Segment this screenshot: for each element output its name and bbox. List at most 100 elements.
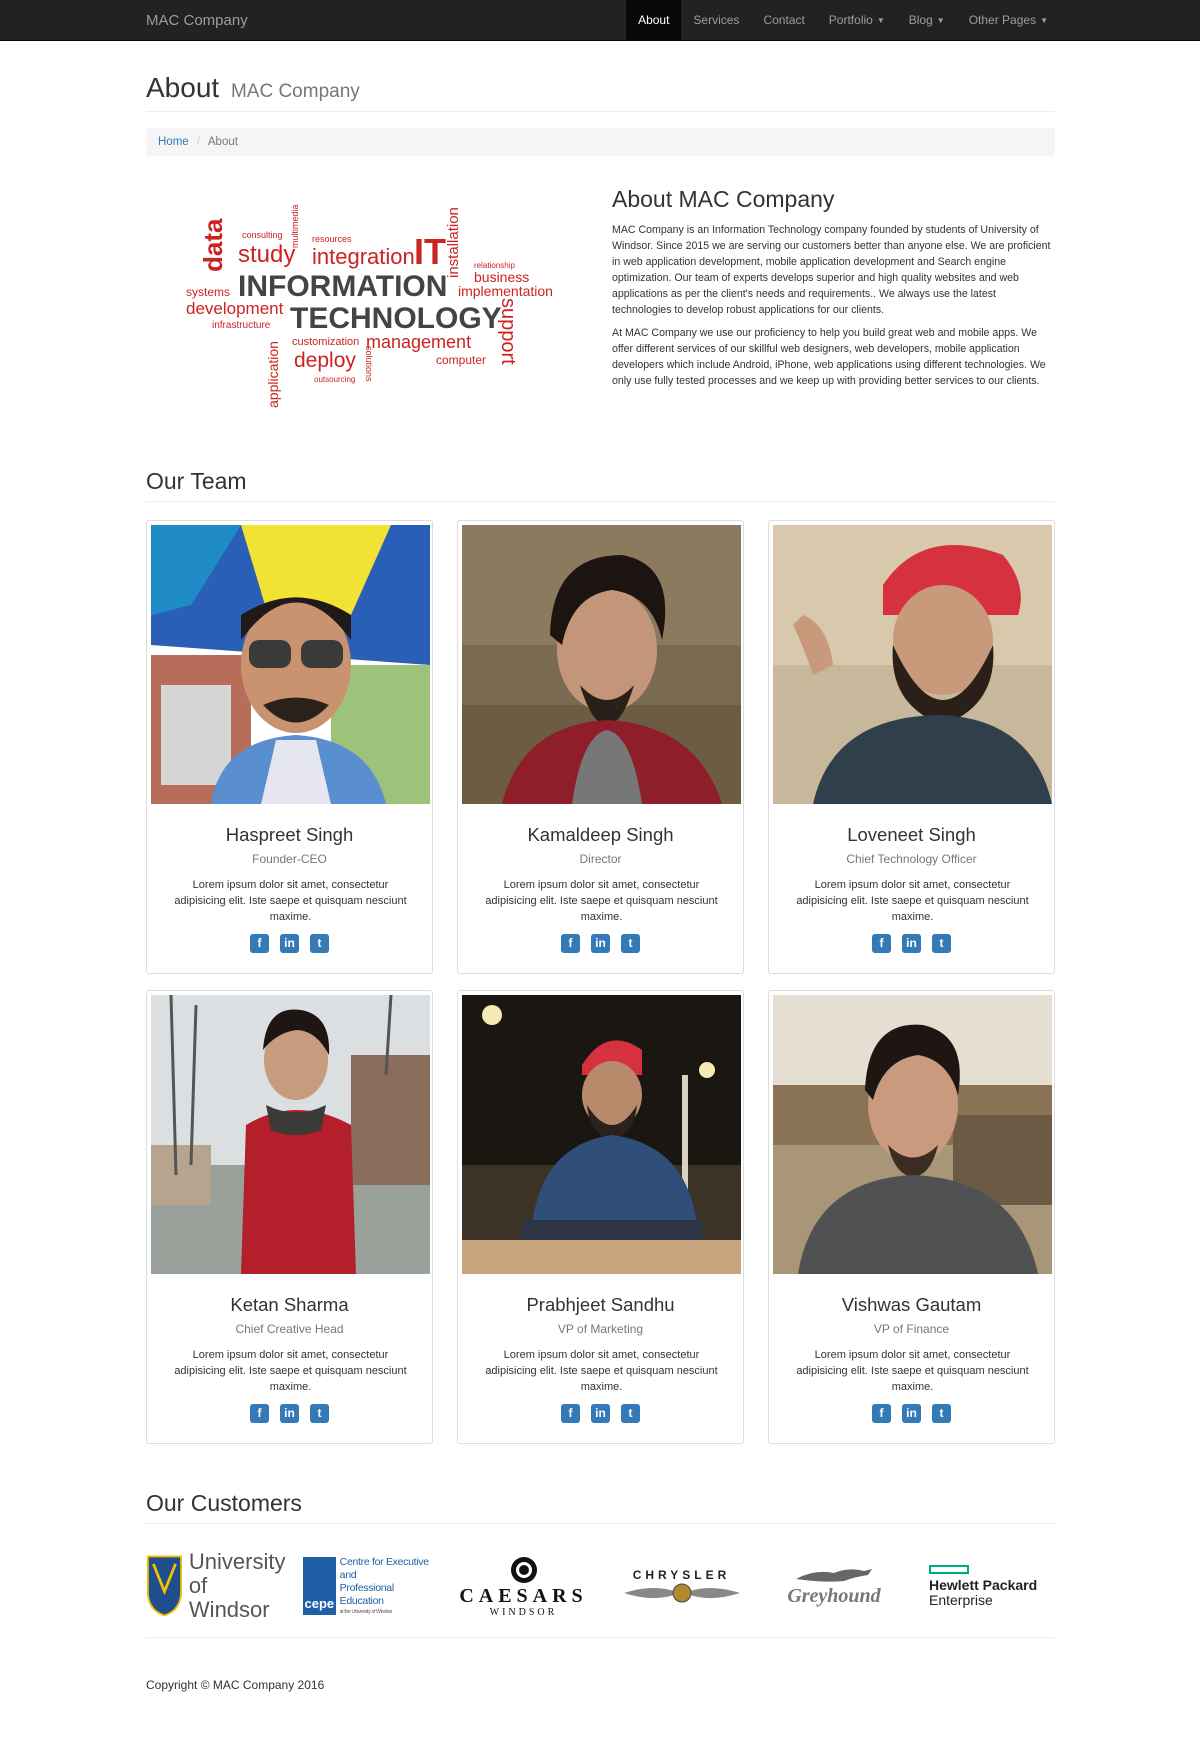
logo-text: CAESARS xyxy=(459,1584,588,1607)
breadcrumb-home-link[interactable]: Home xyxy=(158,136,189,148)
twitter-icon[interactable]: t xyxy=(932,1404,951,1423)
nav-item-portfolio[interactable]: Portfolio ▼ xyxy=(817,0,897,41)
logo-text: at the University of Windsor xyxy=(339,1608,393,1615)
team-member-photo xyxy=(773,995,1052,1274)
team-member-description: Lorem ipsum dolor sit amet, consectetur … xyxy=(796,1349,1029,1393)
twitter-icon[interactable]: t xyxy=(310,1404,329,1423)
team-member-photo xyxy=(462,525,741,804)
breadcrumb-current: About xyxy=(207,136,238,148)
facebook-icon[interactable]: f xyxy=(561,934,580,953)
cepe-logo: cepe Centre for Executive and Profession… xyxy=(303,1548,438,1624)
greyhound-logo: Greyhound xyxy=(774,1548,894,1624)
word-integration: integration xyxy=(312,244,415,269)
team-member-role: VP of Finance xyxy=(873,1322,950,1336)
word-deploy: deploy xyxy=(294,349,356,372)
word-customization: customization xyxy=(292,336,359,348)
word-systems: systems xyxy=(186,285,230,299)
nav-item-services[interactable]: Services xyxy=(681,0,751,41)
page-header: About MAC Company xyxy=(146,70,1055,112)
page-title-text: About xyxy=(146,72,220,103)
nav-item-label: Blog xyxy=(908,13,933,27)
twitter-icon[interactable]: t xyxy=(621,934,640,953)
team-member-photo xyxy=(151,525,430,804)
facebook-icon[interactable]: f xyxy=(872,934,891,953)
chrysler-logo: CHRYSLER xyxy=(614,1548,749,1624)
word-technology: TECHNOLOGY xyxy=(290,302,502,335)
about-paragraph-2: At MAC Company we use our proficiency to… xyxy=(612,327,1046,387)
team-heading: Our Team xyxy=(146,468,1055,502)
greyhound-dog-icon xyxy=(796,1568,872,1582)
team-card: Vishwas Gautam VP of Finance Lorem ipsum… xyxy=(768,990,1055,1444)
linkedin-icon[interactable]: in xyxy=(280,934,299,953)
customer-logos: University of Windsor cepe Centre for Ex… xyxy=(146,1538,1055,1638)
about-heading: About MAC Company xyxy=(612,186,835,212)
word-it: IT xyxy=(414,231,446,272)
shield-icon xyxy=(146,1555,182,1617)
nav-item-contact[interactable]: Contact xyxy=(751,0,816,41)
breadcrumb-separator: / xyxy=(196,136,200,148)
nav-item-about[interactable]: About xyxy=(626,0,682,41)
word-computer: computer xyxy=(436,353,486,367)
word-consulting: consulting xyxy=(242,230,283,240)
logo-text: Professional Education xyxy=(339,1581,394,1607)
team-card: Ketan Sharma Chief Creative Head Lorem i… xyxy=(146,990,433,1444)
team-member-role: Director xyxy=(579,852,622,866)
team-member-name: Loveneet Singh xyxy=(847,824,976,845)
facebook-icon[interactable]: f xyxy=(250,934,269,953)
hewlett-packard-enterprise-logo: Hewlett Packard Enterprise xyxy=(929,1548,1055,1624)
word-resources: resources xyxy=(312,234,352,244)
brand-link[interactable]: MAC Company xyxy=(146,12,248,29)
linkedin-icon[interactable]: in xyxy=(591,934,610,953)
team-member-name: Ketan Sharma xyxy=(230,1294,349,1315)
social-links: f in t xyxy=(769,934,1054,953)
nav-item-label: Other Pages xyxy=(968,13,1037,27)
team-member-role: Founder-CEO xyxy=(252,852,327,866)
twitter-icon[interactable]: t xyxy=(310,934,329,953)
social-links: f in t xyxy=(458,934,743,953)
linkedin-icon[interactable]: in xyxy=(902,934,921,953)
team-member-name: Prabhjeet Sandhu xyxy=(526,1294,675,1315)
social-links: f in t xyxy=(147,934,432,953)
word-management: management xyxy=(366,332,471,352)
linkedin-icon[interactable]: in xyxy=(591,1404,610,1423)
logo-text: University xyxy=(188,1549,286,1574)
team-member-photo xyxy=(773,525,1052,804)
twitter-icon[interactable]: t xyxy=(621,1404,640,1423)
about-paragraph-1: MAC Company is an Information Technology… xyxy=(612,224,1051,316)
word-solutions: solutions xyxy=(364,346,374,382)
team-member-description: Lorem ipsum dolor sit amet, consectetur … xyxy=(485,1349,718,1393)
team-card: Loveneet Singh Chief Technology Officer … xyxy=(768,520,1055,974)
team-member-role: VP of Marketing xyxy=(557,1322,644,1336)
caesars-windsor-logo: CAESARS WINDSOR xyxy=(456,1548,591,1624)
team-member-role: Chief Creative Head xyxy=(235,1322,344,1336)
social-links: f in t xyxy=(147,1404,432,1423)
facebook-icon[interactable]: f xyxy=(561,1404,580,1423)
breadcrumb: Home / About xyxy=(146,128,1055,156)
team-member-description: Lorem ipsum dolor sit amet, consectetur … xyxy=(174,1349,407,1393)
nav-item-blog[interactable]: Blog ▼ xyxy=(897,0,957,41)
about-section: About MAC Company MAC Company is an Info… xyxy=(612,186,1055,396)
university-of-windsor-logo: University of Windsor xyxy=(146,1548,286,1624)
footer-copyright: Copyright © MAC Company 2016 xyxy=(146,1678,325,1692)
team-member-photo xyxy=(151,995,430,1274)
linkedin-icon[interactable]: in xyxy=(280,1404,299,1423)
twitter-icon[interactable]: t xyxy=(932,934,951,953)
team-member-name: Kamaldeep Singh xyxy=(527,824,674,845)
page-title: About MAC Company xyxy=(146,70,1055,110)
word-application: application xyxy=(265,341,281,408)
nav-menu: About Services Contact Portfolio ▼ Blog ▼ … xyxy=(626,0,1060,41)
logo-text: Hewlett Packard xyxy=(929,1576,1038,1593)
facebook-icon[interactable]: f xyxy=(872,1404,891,1423)
facebook-icon[interactable]: f xyxy=(250,1404,269,1423)
word-implementation: implementation xyxy=(458,283,553,299)
word-installation: installation xyxy=(445,207,462,278)
team-member-name: Vishwas Gautam xyxy=(841,1294,982,1315)
team-card: Prabhjeet Sandhu VP of Marketing Lorem i… xyxy=(457,990,744,1444)
nav-item-other-pages[interactable]: Other Pages ▼ xyxy=(957,0,1060,41)
page-subtitle: MAC Company xyxy=(230,81,360,102)
chrysler-wings-icon xyxy=(623,1583,740,1603)
team-card: Haspreet Singh Founder-CEO Lorem ipsum d… xyxy=(146,520,433,974)
linkedin-icon[interactable]: in xyxy=(902,1404,921,1423)
logo-text: Greyhound xyxy=(787,1584,881,1607)
word-study: study xyxy=(238,241,295,268)
